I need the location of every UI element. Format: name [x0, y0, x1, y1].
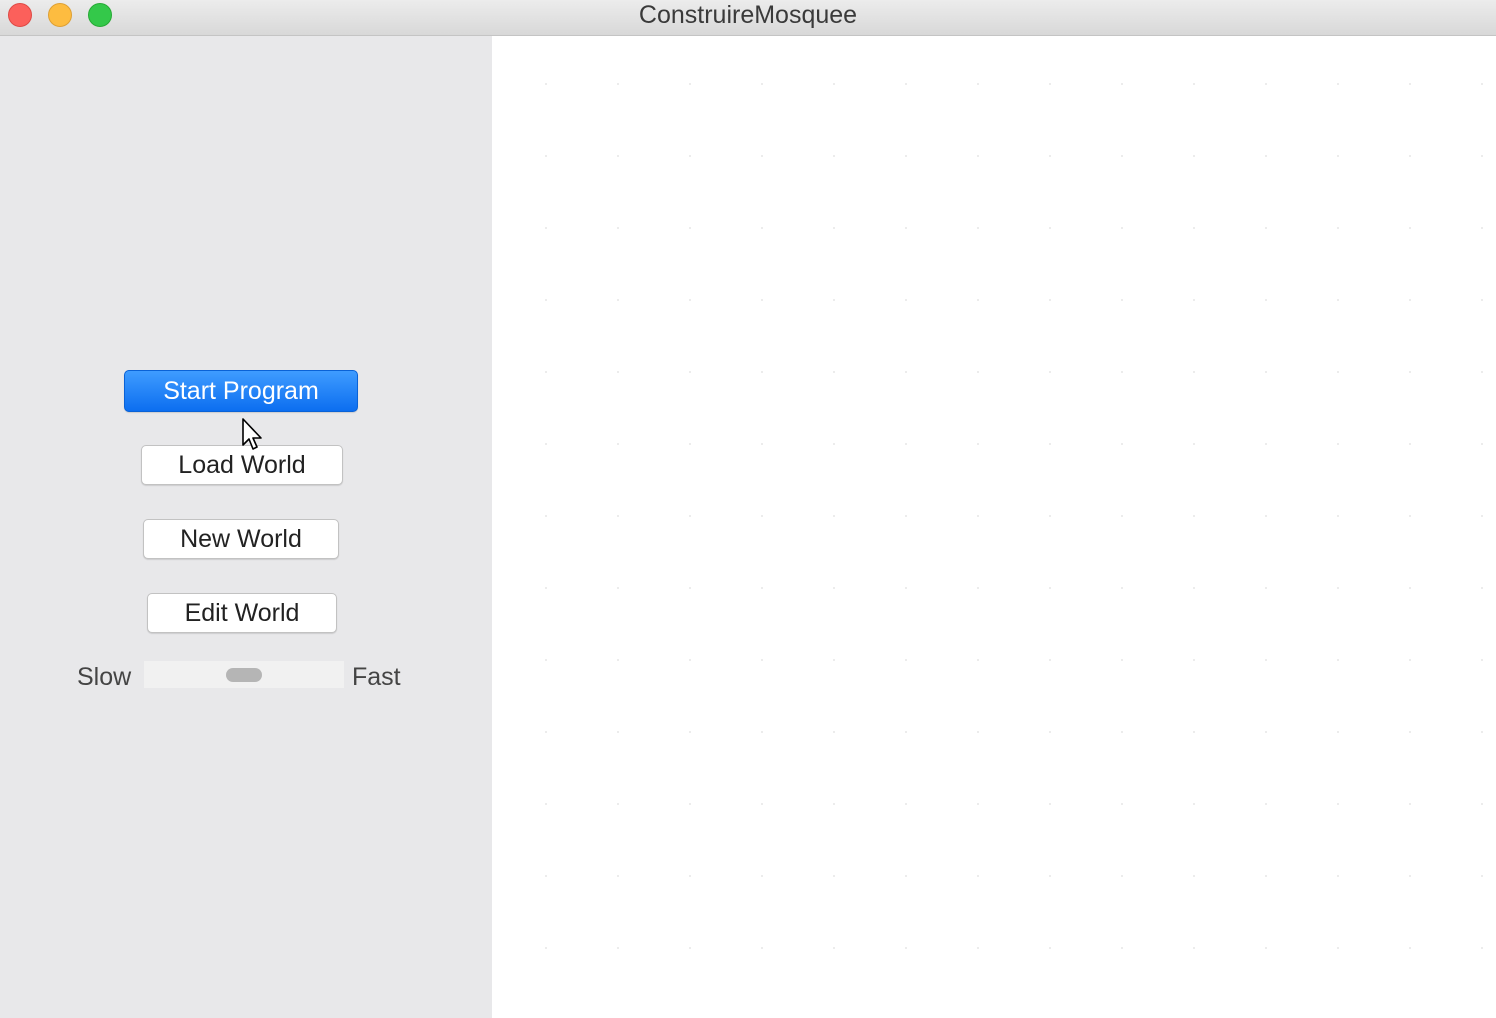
- window-title: ConstruireMosquee: [638, 1, 858, 29]
- start-program-button[interactable]: Start Program: [124, 370, 358, 412]
- speed-slider-thumb[interactable]: [226, 668, 262, 682]
- world-canvas[interactable]: [492, 36, 1496, 1018]
- control-panel: Start Program Load World New World Edit …: [0, 36, 492, 1018]
- speed-slow-label: Slow: [77, 663, 132, 691]
- speed-slider[interactable]: [144, 661, 344, 688]
- edit-world-button[interactable]: Edit World: [147, 593, 337, 633]
- speed-fast-label: Fast: [352, 663, 401, 691]
- new-world-button[interactable]: New World: [143, 519, 339, 559]
- mouse-pointer-icon: [242, 418, 262, 450]
- title-bar[interactable]: ConstruireMosquee: [0, 0, 1496, 36]
- app-window: ConstruireMosquee Start Program Load Wor…: [0, 0, 1496, 1018]
